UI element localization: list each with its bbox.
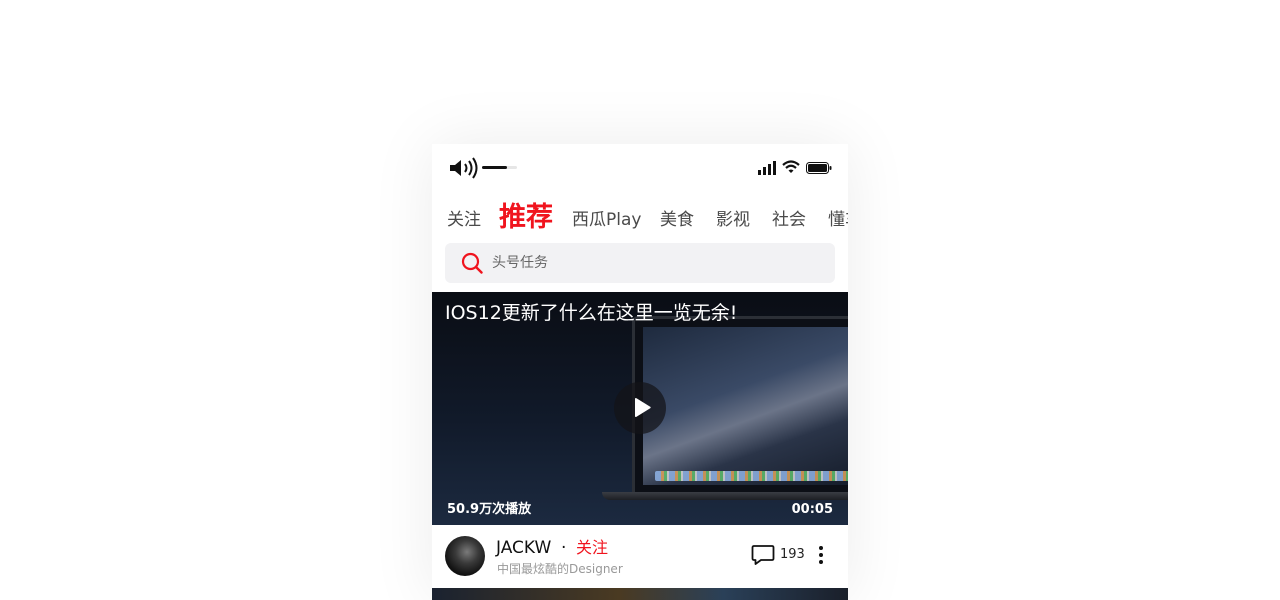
video-thumbnail-wallpaper (643, 327, 848, 485)
status-bar (432, 144, 848, 188)
video-thumbnail-laptop-base (602, 492, 848, 500)
author-name[interactable]: JACKW (496, 538, 551, 558)
wifi-icon (782, 160, 800, 173)
more-options-icon[interactable] (818, 545, 824, 565)
comment-count: 193 (780, 547, 805, 562)
video-title[interactable]: IOS12更新了什么在这里一览无余! (445, 300, 737, 326)
video-duration: 00:05 (791, 502, 833, 517)
tab-xigua-play[interactable]: 西瓜Play (572, 210, 641, 230)
play-icon (635, 398, 651, 417)
video-thumbnail-dock (655, 471, 848, 481)
play-button[interactable] (614, 382, 666, 434)
avatar[interactable] (445, 536, 485, 576)
author-separator: · (561, 538, 567, 558)
next-feed-card[interactable] (432, 588, 848, 600)
search-bar[interactable]: 头号任务 (445, 243, 835, 283)
view-count: 50.9万次播放 (447, 502, 532, 517)
volume-icon[interactable] (448, 157, 478, 179)
tab-cars[interactable]: 懂车 (828, 210, 848, 230)
author-row: JACKW · 关注 中国最炫酷的Designer 193 (432, 525, 848, 589)
tab-food[interactable]: 美食 (660, 210, 694, 230)
author-description: 中国最炫酷的Designer (497, 562, 623, 576)
search-placeholder[interactable]: 头号任务 (492, 254, 548, 272)
video-player[interactable]: IOS12更新了什么在这里一览无余! 50.9万次播放 00:05 (432, 292, 848, 525)
volume-level-fill (482, 166, 507, 169)
signal-icon (758, 161, 776, 175)
tab-society[interactable]: 社会 (772, 210, 806, 230)
tab-recommend[interactable]: 推荐 (499, 203, 553, 233)
phone-screen: 关注 推荐 西瓜Play 美食 影视 社会 懂车 头号任务 IOS12更新了什么… (432, 144, 848, 600)
tab-follow[interactable]: 关注 (447, 210, 481, 230)
channel-tabs: 关注 推荐 西瓜Play 美食 影视 社会 懂车 (432, 196, 848, 240)
tab-movies[interactable]: 影视 (716, 210, 750, 230)
battery-icon (806, 162, 832, 174)
volume-slider[interactable] (482, 166, 517, 169)
comment-icon[interactable] (751, 544, 775, 566)
search-icon (461, 252, 483, 274)
follow-button[interactable]: 关注 (576, 538, 608, 558)
